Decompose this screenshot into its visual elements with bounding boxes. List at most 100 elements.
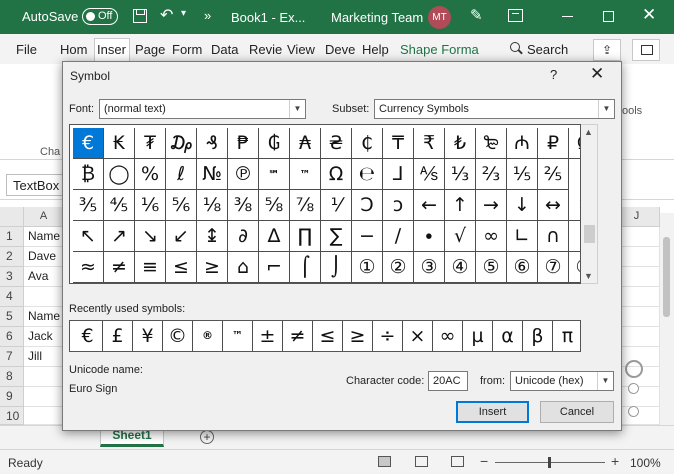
cell-a3[interactable]: Ava: [24, 267, 64, 287]
tab-insert[interactable]: Inser: [94, 38, 130, 62]
recent-symbol-cell[interactable]: £: [103, 321, 133, 351]
scrollbar-thumb[interactable]: [584, 225, 595, 243]
tab-review[interactable]: Revie: [249, 42, 282, 57]
recent-symbol-cell[interactable]: ©: [163, 321, 193, 351]
row-header[interactable]: 9: [0, 387, 24, 407]
symbol-cell[interactable]: ⅖: [538, 159, 569, 190]
cell-a5[interactable]: Name: [24, 307, 64, 327]
share-button[interactable]: ⇪: [593, 39, 621, 61]
cell-a10[interactable]: [24, 407, 64, 425]
symbol-cell[interactable]: №: [197, 159, 228, 190]
symbol-cell[interactable]: ⅟: [321, 190, 352, 221]
symbol-cell[interactable]: ↗: [104, 221, 135, 252]
recent-symbol-cell[interactable]: ±: [253, 321, 283, 351]
cell-a1[interactable]: Name: [24, 227, 64, 247]
symbol-cell[interactable]: ⅝: [259, 190, 290, 221]
more-commands-icon[interactable]: »: [204, 8, 211, 23]
cell-a7[interactable]: Jill: [24, 347, 64, 367]
symbol-cell[interactable]: ₺: [445, 128, 476, 159]
symbol-cell[interactable]: ₯: [166, 128, 197, 159]
symbol-cell[interactable]: Ω: [321, 159, 352, 190]
cancel-button[interactable]: Cancel: [540, 401, 614, 423]
tab-help[interactable]: Help: [362, 42, 389, 57]
minimize-button[interactable]: [562, 16, 573, 18]
character-code-field[interactable]: 20AC: [428, 371, 468, 391]
symbol-cell[interactable]: ∙: [414, 221, 445, 252]
zoom-level[interactable]: 100%: [630, 456, 661, 470]
chevron-down-icon[interactable]: ▼: [597, 372, 613, 390]
symbol-cell[interactable]: ⑥: [507, 252, 538, 283]
symbol-cell[interactable]: ≡: [135, 252, 166, 283]
tab-data[interactable]: Data: [211, 42, 238, 57]
symbol-cell[interactable]: ↄ: [383, 190, 414, 221]
symbol-cell[interactable]: ⅕: [507, 159, 538, 190]
cell-a2[interactable]: Dave: [24, 247, 64, 267]
symbol-cell[interactable]: ↖: [73, 221, 104, 252]
symbol-cell[interactable]: ₲: [259, 128, 290, 159]
symbol-cell[interactable]: ⅔: [476, 159, 507, 190]
symbol-cell[interactable]: ₾: [569, 128, 580, 159]
symbol-grid-scrollbar[interactable]: ▲ ▼: [581, 124, 598, 284]
ribbon-display-icon[interactable]: [508, 9, 523, 22]
symbol-cell[interactable]: ⅗: [73, 190, 104, 221]
symbol-cell[interactable]: ↔: [538, 190, 569, 221]
recent-symbol-cell[interactable]: π: [553, 321, 580, 351]
recent-symbol-cell[interactable]: α: [493, 321, 523, 351]
symbol-cell[interactable]: ₿: [73, 159, 104, 190]
page-layout-view-icon[interactable]: [415, 456, 428, 467]
help-button[interactable]: ?: [550, 67, 557, 82]
recent-symbol-cell[interactable]: ™: [223, 321, 253, 351]
from-select[interactable]: Unicode (hex) ▼: [510, 371, 614, 391]
symbol-cell[interactable]: ₵: [352, 128, 383, 159]
symbol-cell[interactable]: ₴: [321, 128, 352, 159]
symbol-cell[interactable]: ◯: [104, 159, 135, 190]
symbol-cell[interactable]: ∆: [259, 221, 290, 252]
symbol-cell[interactable]: ℗: [228, 159, 259, 190]
row-header[interactable]: 4: [0, 287, 24, 307]
tab-shape-format[interactable]: Shape Forma: [400, 42, 479, 57]
row-header[interactable]: 6: [0, 327, 24, 347]
row-header[interactable]: 3: [0, 267, 24, 287]
symbol-cell[interactable]: ₼: [507, 128, 538, 159]
symbol-cell[interactable]: ④: [445, 252, 476, 283]
symbol-cell[interactable]: ∑: [321, 221, 352, 252]
symbol-cell[interactable]: ℠: [259, 159, 290, 190]
symbol-cell[interactable]: −: [352, 221, 383, 252]
insert-button[interactable]: Insert: [456, 401, 529, 423]
symbol-cell[interactable]: ⌠: [290, 252, 321, 283]
symbol-cell[interactable]: ₭: [104, 128, 135, 159]
close-window-button[interactable]: ✕: [642, 5, 656, 25]
select-all-corner[interactable]: [0, 207, 24, 227]
symbol-cell[interactable]: ⅘: [104, 190, 135, 221]
symbol-cell[interactable]: √: [445, 221, 476, 252]
symbol-cell[interactable]: ₹: [414, 128, 445, 159]
symbol-cell[interactable]: ↓: [507, 190, 538, 221]
recent-symbol-cell[interactable]: ×: [403, 321, 433, 351]
tab-view[interactable]: View: [287, 42, 315, 57]
symbol-cell[interactable]: ↑: [445, 190, 476, 221]
symbol-cell[interactable]: ⑧: [569, 252, 580, 283]
symbol-cell[interactable]: €: [73, 128, 104, 159]
symbol-cell[interactable]: ₳: [290, 128, 321, 159]
symbol-cell[interactable]: ™: [290, 159, 321, 190]
undo-icon[interactable]: ↶: [160, 5, 173, 25]
search-box[interactable]: Search: [527, 42, 568, 57]
symbol-cell[interactable]: ↙: [166, 221, 197, 252]
cell-a4[interactable]: [24, 287, 64, 307]
row-header[interactable]: 2: [0, 247, 24, 267]
symbol-cell[interactable]: ₱: [228, 128, 259, 159]
tab-developer[interactable]: Deve: [325, 42, 355, 57]
font-select[interactable]: (normal text) ▼: [99, 99, 306, 119]
symbol-cell[interactable]: ⅞: [290, 190, 321, 221]
page-break-view-icon[interactable]: [451, 456, 464, 467]
scrollbar-thumb[interactable]: [663, 237, 670, 317]
symbol-cell[interactable]: ⅃: [383, 159, 414, 190]
row-header[interactable]: 8: [0, 367, 24, 387]
symbol-cell[interactable]: ⅜: [228, 190, 259, 221]
comments-button[interactable]: [632, 39, 660, 61]
symbol-cell[interactable]: →: [476, 190, 507, 221]
recent-symbol-cell[interactable]: µ: [463, 321, 493, 351]
recent-symbol-cell[interactable]: €: [73, 321, 103, 351]
team-name[interactable]: Marketing Team: [331, 10, 423, 25]
column-header-a[interactable]: A: [24, 207, 64, 227]
